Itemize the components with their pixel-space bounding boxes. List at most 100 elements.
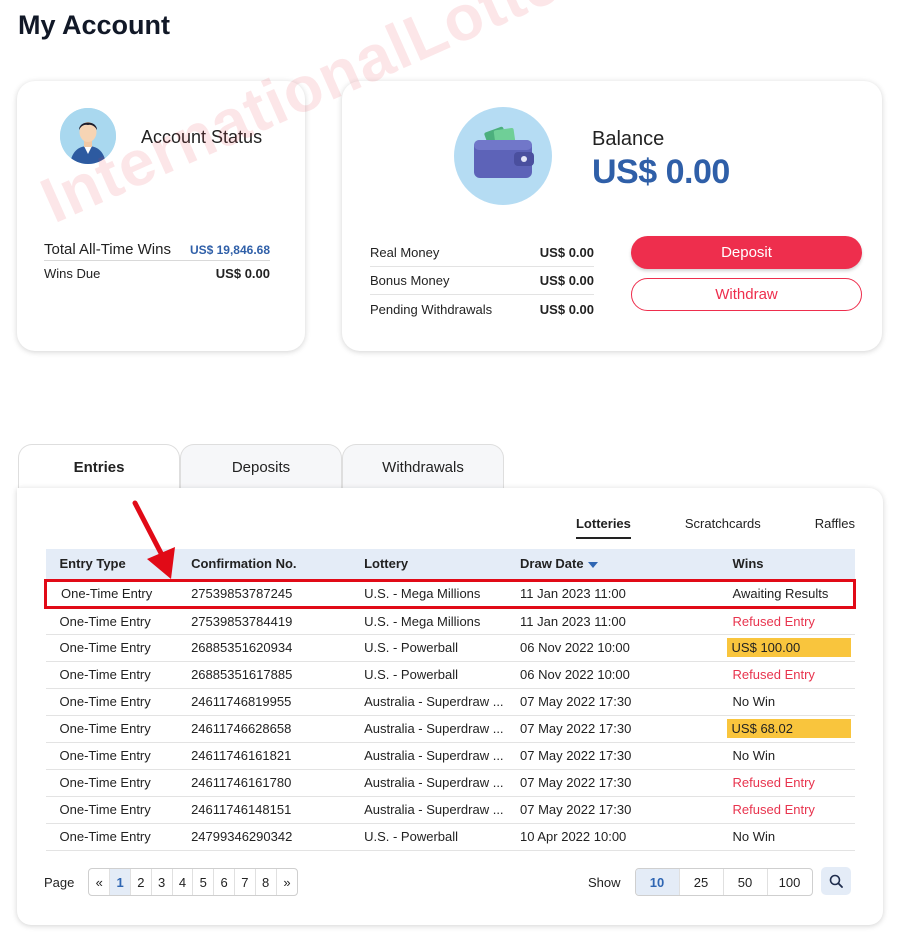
- cell-draw-date: 11 Jan 2023 11:00: [508, 578, 719, 609]
- win-amount-badge: US$ 100.00: [726, 638, 851, 657]
- cell-entry-type: One-Time Entry: [59, 775, 151, 790]
- cell-wins: Refused Entry: [732, 802, 815, 817]
- page-6-button[interactable]: 6: [214, 869, 235, 895]
- cell-wins: Awaiting Results: [718, 578, 856, 609]
- account-status-card: Account Status Total All-Time Wins US$ 1…: [17, 81, 305, 351]
- subtab-scratchcards[interactable]: Scratchcards: [685, 516, 761, 539]
- page-7-button[interactable]: 7: [235, 869, 256, 895]
- cell-lottery: Australia - Superdraw ...: [364, 721, 504, 736]
- cell-wins: Refused Entry: [732, 613, 815, 629]
- page-size-25-button[interactable]: 25: [680, 869, 724, 895]
- page-8-button[interactable]: 8: [256, 869, 277, 895]
- wallet-icon: [454, 107, 552, 205]
- cell-entry-type: One-Time Entry: [59, 802, 151, 817]
- balance-card: Balance US$ 0.00 Real Money US$ 0.00 Bon…: [342, 81, 882, 351]
- balance-value: US$ 0.00: [592, 153, 730, 191]
- deposit-button[interactable]: Deposit: [631, 236, 862, 269]
- table-row: One-Time Entry 24611746161821 Australia - …: [45, 742, 855, 769]
- header-lottery[interactable]: Lottery: [350, 549, 508, 580]
- pagination: Page «1 2 3 4 5 6 7 8»: [44, 868, 299, 896]
- page-size-options: 10 25 50 100: [634, 868, 813, 896]
- table-row: One-Time Entry 27539853787245 U.S. - Mega …: [44, 578, 856, 609]
- table-row: One-Time Entry 24611746161780 Australia - …: [45, 769, 855, 796]
- table-header-row: Entry Type Confirmation No. Lottery Draw…: [45, 549, 855, 580]
- page-size-10-button[interactable]: 10: [635, 869, 680, 895]
- total-wins-value: US$ 19,846.68: [189, 243, 270, 257]
- cell-lottery: Australia - Superdraw ...: [364, 748, 504, 763]
- bonus-money-value: US$ 0.00: [539, 273, 594, 288]
- header-draw-date[interactable]: Draw Date: [508, 549, 719, 580]
- cell-wins: Refused Entry: [732, 775, 815, 790]
- cell-draw-date: 11 Jan 2023 11:00: [520, 613, 626, 629]
- entries-panel: Lotteries Scratchcards Raffles Entry Typ…: [17, 488, 883, 925]
- cell-entry-type: One-Time Entry: [59, 748, 151, 763]
- cell-confirmation-no: 27539853787245: [177, 578, 351, 609]
- bonus-money-label: Bonus Money: [370, 273, 450, 288]
- cell-confirmation-no: 24799346290342: [191, 829, 293, 844]
- header-entry-type[interactable]: Entry Type: [46, 549, 178, 580]
- cell-wins: US$ 68.02: [719, 715, 855, 742]
- cell-draw-date: 07 May 2022 17:30: [520, 721, 632, 736]
- page-4-button[interactable]: 4: [173, 869, 194, 895]
- cell-entry-type: One-Time Entry: [59, 829, 151, 844]
- page-3-button[interactable]: 3: [152, 869, 173, 895]
- avatar-icon: [60, 108, 116, 164]
- cell-lottery: U.S. - Mega Millions: [364, 613, 481, 629]
- search-button[interactable]: [821, 867, 851, 895]
- cell-lottery: Australia - Superdraw ...: [364, 694, 504, 709]
- cell-lottery: U.S. - Mega Millions: [350, 578, 509, 609]
- cell-lottery: U.S. - Powerball: [364, 667, 459, 682]
- cell-wins: No Win: [732, 829, 776, 844]
- subtab-raffles[interactable]: Raffles: [815, 516, 855, 539]
- wins-due-row: Wins Due US$ 0.00: [44, 266, 270, 281]
- cell-confirmation-no: 24611746819955: [191, 694, 292, 709]
- cell-draw-date: 06 Nov 2022 10:00: [520, 667, 630, 682]
- real-money-value: US$ 0.00: [539, 245, 594, 260]
- header-confirmation-no[interactable]: Confirmation No.: [177, 549, 350, 580]
- subtab-lotteries[interactable]: Lotteries: [575, 516, 631, 539]
- real-money-label: Real Money: [370, 245, 440, 260]
- account-tabs: Entries Deposits Withdrawals: [18, 444, 504, 490]
- cell-entry-type: One-Time Entry: [59, 694, 151, 709]
- last-page-button[interactable]: »: [277, 869, 298, 895]
- cell-draw-date: 07 May 2022 17:30: [520, 802, 632, 817]
- first-page-button[interactable]: «: [89, 869, 111, 895]
- cell-entry-type: One-Time Entry: [59, 667, 151, 682]
- pagination-label: Page: [44, 874, 75, 890]
- wins-due-label: Wins Due: [44, 266, 101, 281]
- total-wins-row: Total All-Time Wins US$ 19,846.68: [44, 241, 270, 261]
- sort-desc-icon: [587, 561, 598, 568]
- header-draw-date-label: Draw Date: [520, 556, 584, 572]
- page-size-100-button[interactable]: 100: [768, 869, 812, 895]
- cell-draw-date: 07 May 2022 17:30: [520, 748, 632, 763]
- total-wins-label: Total All-Time Wins: [44, 241, 171, 258]
- cell-draw-date: 07 May 2022 17:30: [520, 694, 632, 709]
- tab-withdrawals[interactable]: Withdrawals: [342, 444, 504, 490]
- cell-entry-type: One-Time Entry: [44, 578, 178, 609]
- page-2-button[interactable]: 2: [131, 869, 152, 895]
- cell-confirmation-no: 27539853784419: [191, 613, 293, 629]
- page-1-button[interactable]: 1: [110, 869, 131, 895]
- real-money-row: Real Money US$ 0.00: [370, 239, 594, 267]
- page-5-button[interactable]: 5: [193, 869, 215, 895]
- tab-deposits[interactable]: Deposits: [180, 444, 342, 490]
- cell-confirmation-no: 26885351620934: [191, 640, 293, 655]
- header-wins[interactable]: Wins: [719, 549, 855, 580]
- entry-category-tabs: Lotteries Scratchcards Raffles: [575, 516, 855, 539]
- cell-draw-date: 10 Apr 2022 10:00: [520, 829, 627, 844]
- page-size-50-button[interactable]: 50: [724, 869, 768, 895]
- cell-draw-date: 06 Nov 2022 10:00: [520, 640, 630, 655]
- wins-due-value: US$ 0.00: [215, 266, 270, 281]
- cell-draw-date: 07 May 2022 17:30: [520, 775, 632, 790]
- page-size-label: Show: [588, 874, 621, 890]
- cell-wins: No Win: [732, 748, 776, 763]
- cell-lottery: U.S. - Powerball: [364, 640, 459, 655]
- table-row: One-Time Entry 26885351620934 U.S. - Power…: [45, 634, 855, 661]
- tab-entries[interactable]: Entries: [18, 444, 180, 490]
- pending-withdrawals-value: US$ 0.00: [539, 301, 594, 317]
- cell-lottery: Australia - Superdraw ...: [364, 775, 504, 790]
- withdraw-button[interactable]: Withdraw: [631, 278, 862, 311]
- page-title: My Account: [18, 10, 171, 40]
- balance-label: Balance: [592, 128, 665, 150]
- cell-entry-type: One-Time Entry: [59, 613, 151, 629]
